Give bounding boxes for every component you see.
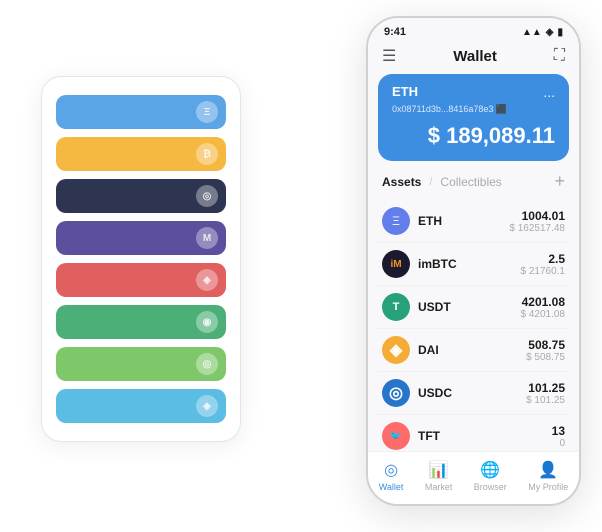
asset-name-tft: TFT <box>418 429 552 443</box>
eth-card-amount: $ 189,089.11 <box>392 123 555 149</box>
asset-amounts-usdc: 101.25 $ 101.25 <box>526 381 565 406</box>
page-title: Wallet <box>453 48 497 65</box>
tab-assets[interactable]: Assets <box>382 175 421 189</box>
list-item[interactable]: ₿ <box>56 137 226 171</box>
browser-nav-label: Browser <box>474 482 507 492</box>
profile-nav-label: My Profile <box>528 482 568 492</box>
wifi-icon: ◈ <box>546 27 554 38</box>
table-row[interactable]: ◈ DAI 508.75 $ 508.75 <box>378 329 569 372</box>
table-row[interactable]: Ξ ETH 1004.01 $ 162517.48 <box>378 200 569 243</box>
market-nav-label: Market <box>425 482 453 492</box>
list-item[interactable]: Ξ <box>56 95 226 129</box>
asset-name-usdc: USDC <box>418 386 526 400</box>
asset-primary-tft: 13 <box>552 424 565 438</box>
asset-primary-imbtc: 2.5 <box>521 252 566 266</box>
asset-primary-usdt: 4201.08 <box>521 295 566 309</box>
usdt-asset-icon: T <box>382 293 410 321</box>
status-bar: 9:41 ▲▲ ◈ ▮ <box>368 18 579 42</box>
asset-list: Ξ ETH 1004.01 $ 162517.48 iM imBTC 2.5 $… <box>368 200 579 451</box>
asset-amounts-dai: 508.75 $ 508.75 <box>526 338 565 363</box>
asset-primary-dai: 508.75 <box>526 338 565 352</box>
battery-icon: ▮ <box>557 27 563 38</box>
wallet-nav-label: Wallet <box>379 482 404 492</box>
table-row[interactable]: iM imBTC 2.5 $ 21760.1 <box>378 243 569 286</box>
asset-secondary-tft: 0 <box>552 438 565 449</box>
asset-secondary-dai: $ 508.75 <box>526 352 565 363</box>
card-icon: ◎ <box>196 353 218 375</box>
phone-header: ☰ Wallet ⛶ <box>368 42 579 74</box>
signal-icon: ▲▲ <box>522 27 542 38</box>
card-icon: ◉ <box>196 311 218 333</box>
eth-wallet-card[interactable]: ETH ... 0x08711d3b...8416a78e3 ⬛ $ 189,0… <box>378 74 569 161</box>
asset-name-eth: ETH <box>418 214 509 228</box>
tab-collectibles[interactable]: Collectibles <box>440 175 501 189</box>
list-item[interactable]: ◈ <box>56 263 226 297</box>
asset-primary-eth: 1004.01 <box>509 209 565 223</box>
nav-item-profile[interactable]: 👤 My Profile <box>528 460 568 492</box>
asset-amounts-imbtc: 2.5 $ 21760.1 <box>521 252 566 277</box>
expand-icon[interactable]: ⛶ <box>554 47 565 65</box>
menu-icon[interactable]: ☰ <box>382 46 396 66</box>
tft-asset-icon: 🐦 <box>382 422 410 450</box>
asset-amounts-tft: 13 0 <box>552 424 565 449</box>
card-icon: ◈ <box>196 395 218 417</box>
nav-item-browser[interactable]: 🌐 Browser <box>474 460 507 492</box>
scene: Ξ ₿ ◎ M ◈ ◉ ◎ ◈ 9:41 ▲▲ ◈ <box>21 16 581 516</box>
eth-card-top: ETH ... <box>392 84 555 100</box>
card-icon: ◎ <box>196 185 218 207</box>
tab-separator: / <box>429 176 432 188</box>
asset-name-usdt: USDT <box>418 300 521 314</box>
nav-item-wallet[interactable]: ◎ Wallet <box>379 460 404 492</box>
asset-secondary-usdc: $ 101.25 <box>526 395 565 406</box>
usdc-asset-icon: ◎ <box>382 379 410 407</box>
market-nav-icon: 📊 <box>429 460 449 480</box>
asset-name-imbtc: imBTC <box>418 257 521 271</box>
table-row[interactable]: T USDT 4201.08 $ 4201.08 <box>378 286 569 329</box>
asset-amounts-eth: 1004.01 $ 162517.48 <box>509 209 565 234</box>
list-item[interactable]: ◎ <box>56 347 226 381</box>
browser-nav-icon: 🌐 <box>480 460 500 480</box>
status-time: 9:41 <box>384 26 406 38</box>
asset-primary-usdc: 101.25 <box>526 381 565 395</box>
dai-asset-icon: ◈ <box>382 336 410 364</box>
asset-amounts-usdt: 4201.08 $ 4201.08 <box>521 295 566 320</box>
list-item[interactable]: M <box>56 221 226 255</box>
card-icon: ◈ <box>196 269 218 291</box>
imbtc-asset-icon: iM <box>382 250 410 278</box>
eth-asset-icon: Ξ <box>382 207 410 235</box>
list-item[interactable]: ◉ <box>56 305 226 339</box>
eth-card-menu-dots[interactable]: ... <box>543 84 555 100</box>
card-icon: Ξ <box>196 101 218 123</box>
phone-mockup: 9:41 ▲▲ ◈ ▮ ☰ Wallet ⛶ ETH ... 0x08711d3… <box>366 16 581 506</box>
assets-header: Assets / Collectibles + <box>368 171 579 200</box>
asset-secondary-eth: $ 162517.48 <box>509 223 565 234</box>
card-icon: M <box>196 227 218 249</box>
card-stack: Ξ ₿ ◎ M ◈ ◉ ◎ ◈ <box>41 76 241 442</box>
asset-name-dai: DAI <box>418 343 526 357</box>
nav-item-market[interactable]: 📊 Market <box>425 460 453 492</box>
eth-card-label: ETH <box>392 84 418 99</box>
eth-card-address: 0x08711d3b...8416a78e3 ⬛ <box>392 104 555 115</box>
table-row[interactable]: 🐦 TFT 13 0 <box>378 415 569 451</box>
list-item[interactable]: ◎ <box>56 179 226 213</box>
asset-secondary-imbtc: $ 21760.1 <box>521 266 566 277</box>
bottom-nav: ◎ Wallet 📊 Market 🌐 Browser 👤 My Profile <box>368 451 579 504</box>
status-icons: ▲▲ ◈ ▮ <box>522 27 563 38</box>
assets-tabs: Assets / Collectibles <box>382 175 502 189</box>
add-asset-button[interactable]: + <box>554 171 565 192</box>
wallet-nav-icon: ◎ <box>384 460 398 480</box>
list-item[interactable]: ◈ <box>56 389 226 423</box>
profile-nav-icon: 👤 <box>538 460 558 480</box>
table-row[interactable]: ◎ USDC 101.25 $ 101.25 <box>378 372 569 415</box>
asset-secondary-usdt: $ 4201.08 <box>521 309 566 320</box>
card-icon: ₿ <box>196 143 218 165</box>
